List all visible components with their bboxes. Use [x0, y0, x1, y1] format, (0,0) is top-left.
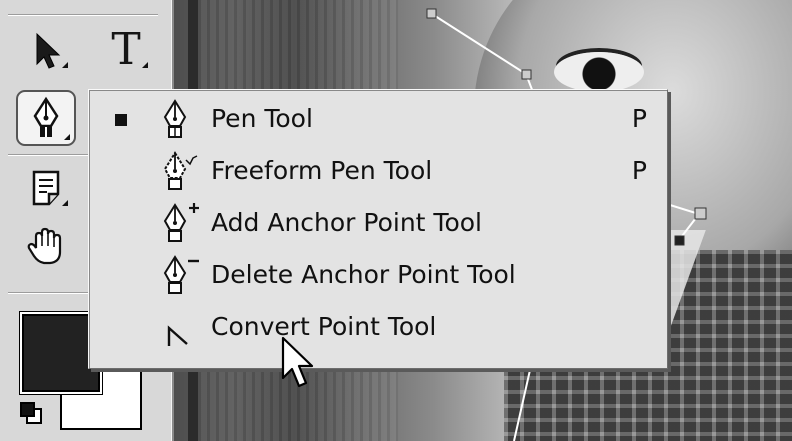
delete-anchor-pen-icon — [155, 254, 205, 298]
menu-item-label: Freeform Pen Tool — [211, 156, 433, 185]
pen-tool-icon — [29, 96, 63, 140]
mouse-cursor-icon — [281, 336, 315, 396]
convert-point-icon — [155, 306, 205, 350]
add-anchor-pen-icon — [155, 202, 205, 246]
freeform-pen-icon — [155, 150, 205, 194]
menu-item-freeform-pen-tool[interactable]: Freeform Pen Tool P — [89, 146, 667, 198]
submenu-triangle-icon — [62, 62, 68, 68]
move-tool-button[interactable] — [16, 22, 76, 78]
toolbox-separator — [8, 14, 158, 16]
menu-item-shortcut: P — [631, 104, 647, 133]
notes-tool-icon — [29, 168, 63, 208]
submenu-triangle-icon — [142, 62, 148, 68]
menu-item-add-anchor-point-tool[interactable]: Add Anchor Point Tool — [89, 198, 667, 250]
selection-arrow-icon — [29, 30, 63, 70]
menu-item-convert-point-tool[interactable]: Convert Point Tool — [89, 302, 667, 354]
submenu-triangle-icon — [62, 200, 68, 206]
menu-item-shortcut: P — [631, 156, 647, 185]
pen-icon — [155, 98, 205, 142]
menu-item-label: Convert Point Tool — [211, 312, 437, 341]
selected-indicator-icon — [115, 114, 127, 126]
hand-tool-icon — [26, 226, 66, 266]
menu-item-delete-anchor-point-tool[interactable]: Delete Anchor Point Tool — [89, 250, 667, 302]
menu-item-label: Add Anchor Point Tool — [211, 208, 482, 237]
menu-item-label: Pen Tool — [211, 104, 313, 133]
type-tool-icon: T — [111, 24, 141, 75]
submenu-triangle-icon — [64, 134, 70, 140]
menu-item-label: Delete Anchor Point Tool — [211, 260, 516, 289]
type-tool-button[interactable]: T — [96, 22, 156, 78]
pen-tool-flyout-menu: Pen Tool P Freeform Pen Tool P Add Ancho… — [88, 89, 668, 369]
default-colors-icon[interactable] — [18, 400, 46, 428]
hand-tool-button[interactable] — [16, 218, 76, 274]
pen-tool-button[interactable] — [16, 90, 76, 146]
menu-item-pen-tool[interactable]: Pen Tool P — [89, 94, 667, 146]
notes-tool-button[interactable] — [16, 160, 76, 216]
